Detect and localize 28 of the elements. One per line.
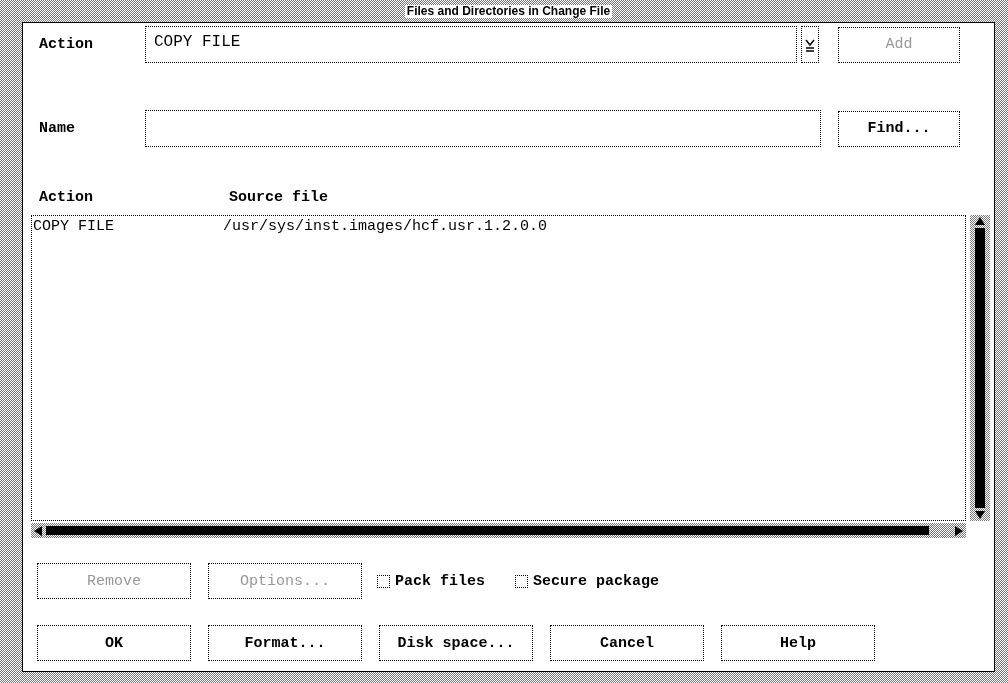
right-arrow-icon xyxy=(955,525,963,536)
field-label: Action xyxy=(38,36,94,53)
dropdown-button[interactable] xyxy=(801,26,819,63)
dialog-button[interactable]: Format... xyxy=(208,625,362,661)
checkbox[interactable] xyxy=(515,574,528,588)
checkbox-label: Secure package xyxy=(533,572,660,590)
checkbox[interactable] xyxy=(377,574,390,588)
dialog-button[interactable]: Help xyxy=(721,625,875,661)
scrollbar-thumb[interactable] xyxy=(975,228,985,508)
dialog-button[interactable]: OK xyxy=(37,625,191,661)
horizontal-scrollbar[interactable] xyxy=(31,523,966,538)
window-title: Files and Directories in Change File xyxy=(404,4,613,18)
up-arrow-icon xyxy=(975,217,985,225)
find-button[interactable]: Find... xyxy=(838,110,960,147)
column-header: Action xyxy=(39,189,94,206)
checkbox-label: Pack files xyxy=(395,572,485,590)
field-label: Name xyxy=(38,120,76,137)
action-field[interactable]: COPY FILE xyxy=(145,26,797,63)
down-arrow-icon xyxy=(975,511,985,519)
table-cell[interactable]: COPY FILE xyxy=(33,218,223,235)
left-arrow-icon xyxy=(34,525,42,536)
table-cell[interactable]: /usr/sys/inst.images/hcf.usr.1.2.0.0 xyxy=(223,218,548,235)
scrollbar-thumb[interactable] xyxy=(46,526,929,535)
dialog-button[interactable]: Disk space... xyxy=(379,625,533,661)
dialog-button[interactable]: Cancel xyxy=(550,625,704,661)
vertical-scrollbar[interactable] xyxy=(970,215,990,521)
name-field[interactable] xyxy=(145,110,821,147)
column-header: Source file xyxy=(229,189,329,206)
